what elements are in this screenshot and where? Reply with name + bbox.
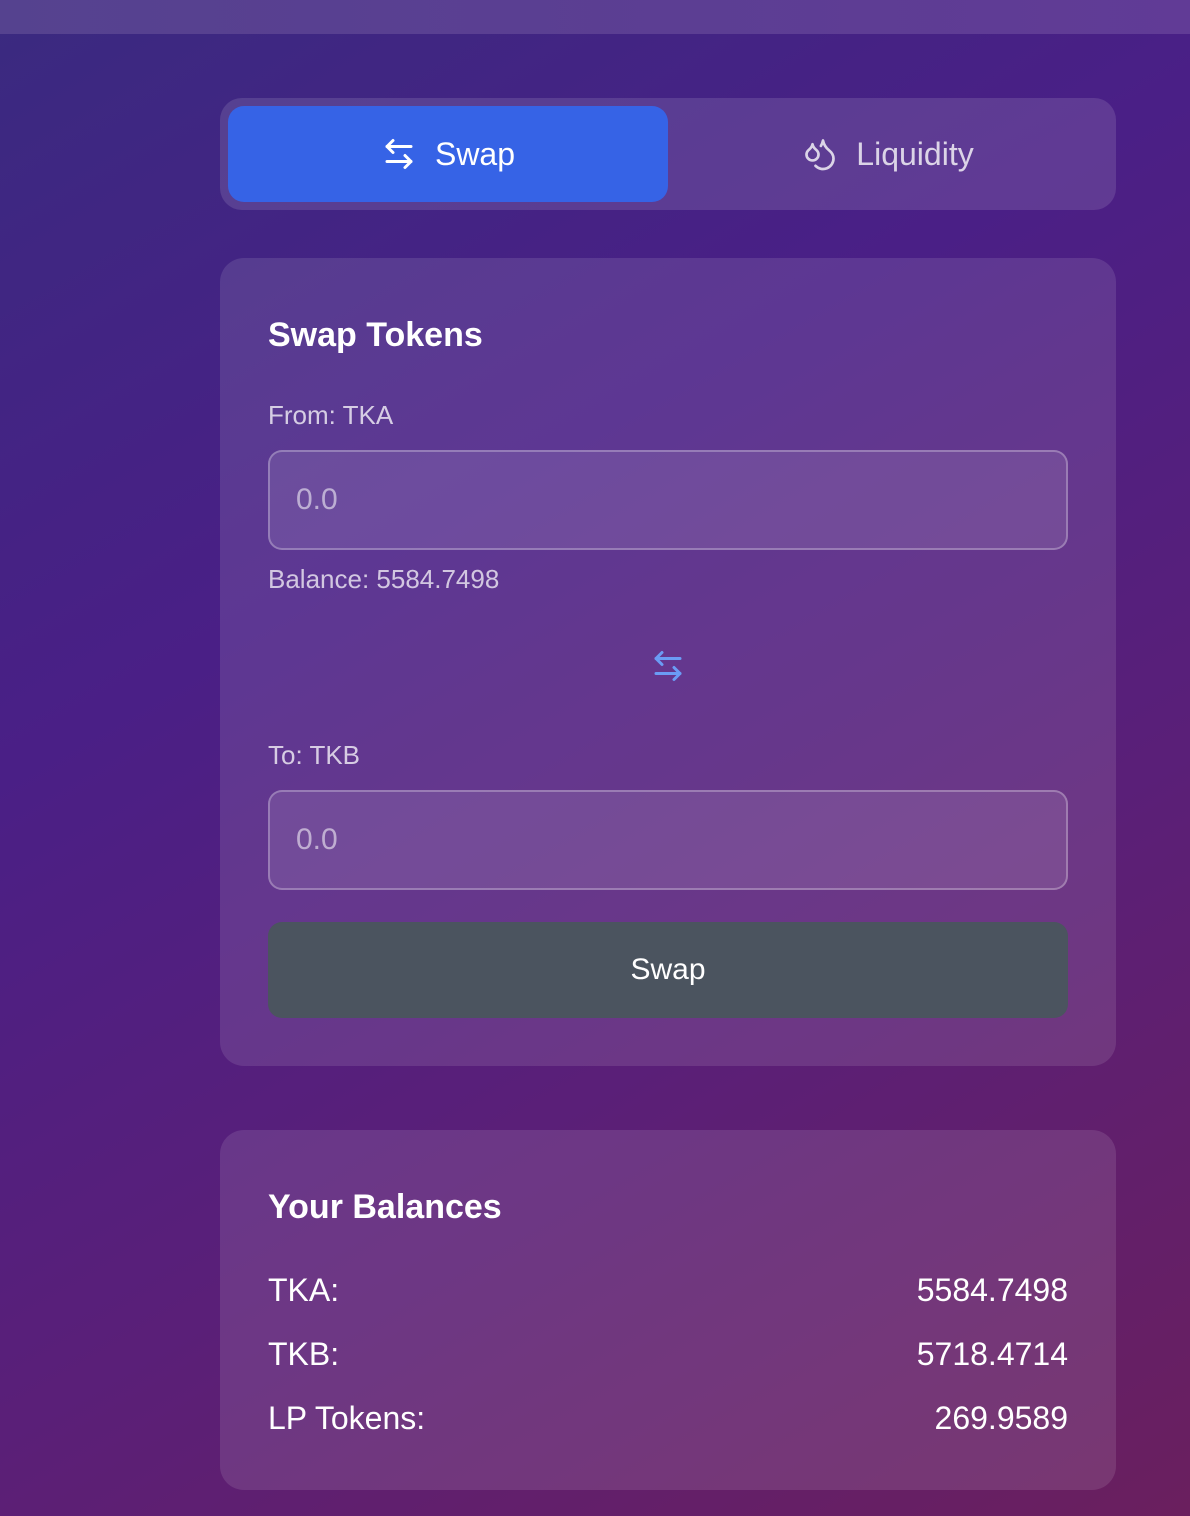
swap-card: Swap Tokens From: TKA Balance: 5584.7498…: [220, 258, 1116, 1066]
tab-swap[interactable]: Swap: [228, 106, 668, 202]
balance-label: TKA:: [268, 1272, 340, 1308]
switch-direction-icon[interactable]: [650, 648, 686, 684]
swap-button[interactable]: Swap: [268, 922, 1068, 1018]
tab-swap-label: Swap: [434, 135, 516, 172]
to-label: To: TKB: [268, 740, 361, 770]
balance-value: 269.9589: [934, 1400, 1068, 1436]
balances-title: Your Balances: [268, 1188, 502, 1226]
from-amount-input[interactable]: [268, 450, 1068, 550]
balance-row-tka: TKA: 5584.7498: [268, 1272, 1068, 1309]
balance-value: 5718.4714: [916, 1336, 1068, 1372]
from-balance: Balance: 5584.7498: [268, 564, 500, 594]
droplets-icon: [805, 139, 836, 171]
top-bar: [0, 0, 1190, 34]
balance-value: 5584.7498: [916, 1272, 1068, 1308]
tab-liquidity[interactable]: Liquidity: [668, 106, 1108, 202]
balance-row-tkb: TKB: 5718.4714: [268, 1336, 1068, 1373]
tab-liquidity-label: Liquidity: [856, 135, 974, 172]
balance-row-lp: LP Tokens: 269.9589: [268, 1400, 1068, 1437]
balance-label: TKB:: [268, 1336, 340, 1372]
tab-bar: Swap Liquidity: [220, 98, 1116, 210]
from-label: From: TKA: [268, 400, 394, 430]
arrows-swap-icon: [385, 139, 413, 169]
balances-card: Your Balances TKA: 5584.7498 TKB: 5718.4…: [220, 1130, 1116, 1490]
balance-label: LP Tokens:: [268, 1400, 426, 1436]
swap-title: Swap Tokens: [268, 316, 483, 354]
to-amount-input[interactable]: [268, 790, 1068, 890]
